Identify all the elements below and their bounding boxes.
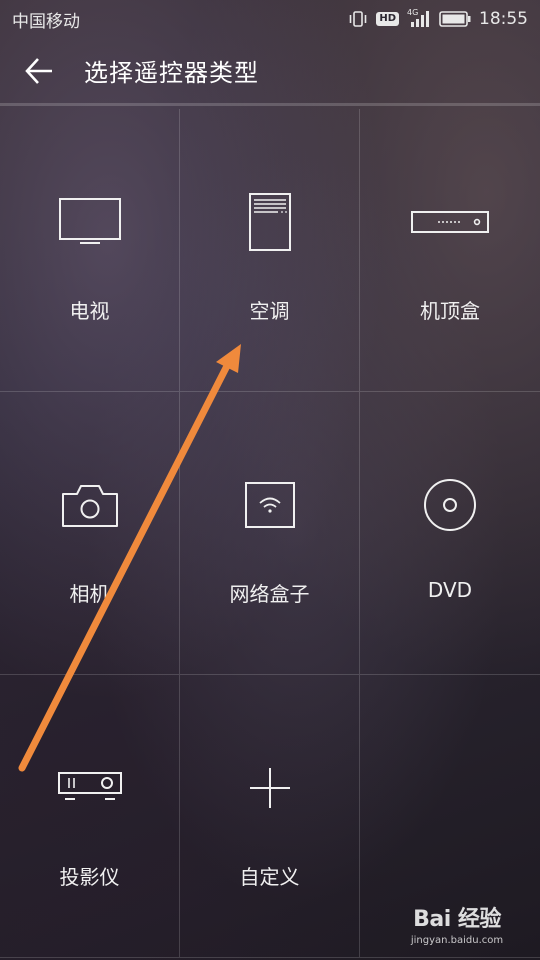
remote-type-tv[interactable]: 电视 — [0, 109, 180, 392]
remote-type-grid: 电视 空调 机顶盒 相机 网络盒子 DVD 投影仪 自定义 — [0, 109, 540, 958]
vibrate-icon — [348, 10, 368, 28]
status-icons: HD 4G 18:55 — [348, 8, 528, 29]
remote-type-custom[interactable]: 自定义 — [180, 675, 360, 958]
signal-icon: 4G — [407, 8, 431, 28]
remote-type-projector[interactable]: 投影仪 — [0, 675, 180, 958]
projector-icon — [57, 753, 123, 823]
plus-icon — [248, 753, 292, 823]
dvd-icon — [422, 470, 478, 540]
hd-badge: HD — [376, 12, 399, 26]
remote-type-camera[interactable]: 相机 — [0, 392, 180, 675]
watermark-url: jingyan.baidu.com — [410, 935, 504, 946]
set-top-box-icon — [410, 187, 490, 257]
remote-type-label: 空调 — [249, 299, 290, 323]
network-type: 4G — [407, 8, 419, 17]
remote-type-label: 机顶盒 — [420, 299, 480, 323]
remote-type-label: 投影仪 — [59, 865, 120, 889]
remote-type-set-top-box[interactable]: 机顶盒 — [360, 109, 540, 392]
camera-icon — [61, 470, 119, 540]
tv-icon — [58, 187, 122, 257]
remote-type-dvd[interactable]: DVD — [360, 392, 540, 675]
remote-type-air-conditioner[interactable]: 空调 — [180, 109, 360, 392]
air-conditioner-icon — [248, 187, 292, 257]
remote-type-label: 电视 — [69, 299, 110, 323]
status-bar: 中国移动 HD 4G 18:55 — [0, 0, 540, 38]
network-box-icon — [244, 470, 296, 540]
remote-type-network-box[interactable]: 网络盒子 — [180, 392, 360, 675]
back-arrow-icon — [25, 57, 52, 84]
remote-type-label: 网络盒子 — [229, 582, 310, 606]
remote-type-label: 自定义 — [239, 865, 300, 889]
watermark-logo: Bai 经验 — [413, 907, 501, 932]
battery-icon — [439, 11, 471, 27]
remote-type-label: 相机 — [69, 582, 110, 606]
clock: 18:55 — [479, 9, 528, 29]
app-header: 选择遥控器类型 — [0, 38, 540, 106]
carrier-name: 中国移动 — [12, 11, 80, 32]
baidu-jingyan-watermark: Bai 经验 jingyan.baidu.com — [402, 901, 512, 946]
page-title: 选择遥控器类型 — [84, 59, 259, 87]
back-button[interactable] — [0, 37, 84, 105]
remote-type-label: DVD — [427, 578, 473, 602]
